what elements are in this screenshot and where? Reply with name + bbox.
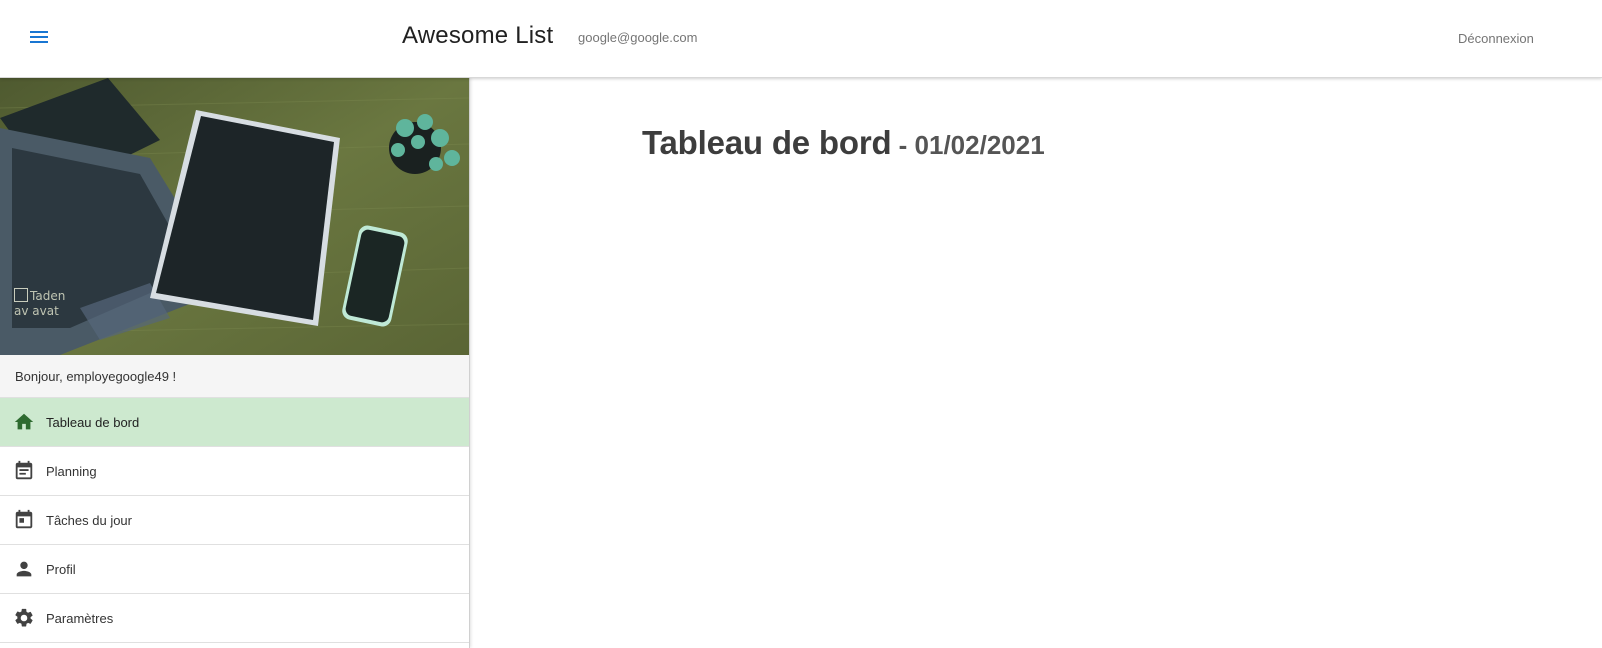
page-title-text: Tableau de bord: [642, 124, 892, 161]
event-day-icon: [0, 509, 46, 531]
page-date: 01/02/2021: [914, 130, 1045, 160]
greeting: Bonjour, employegoogle49 !: [0, 355, 469, 398]
sidebar-header-image: Taden av avat: [0, 78, 469, 355]
sidebar: Taden av avat Bonjour, employegoogle49 !…: [0, 78, 470, 648]
sidebar-item-label: Planning: [46, 463, 97, 479]
sidebar-item-profile[interactable]: Profil: [0, 545, 469, 594]
sidebar-item-dashboard[interactable]: Tableau de bord: [0, 398, 469, 447]
sidebar-item-label: Tâches du jour: [46, 512, 132, 528]
app-title: Awesome List: [402, 22, 554, 49]
sidebar-item-label: Paramètres: [46, 610, 114, 626]
user-email: google@google.com: [578, 30, 698, 45]
home-icon: [0, 411, 46, 433]
menu-icon[interactable]: [24, 22, 54, 52]
avatar: Taden av avat: [14, 288, 66, 340]
logout-button[interactable]: Déconnexion: [1448, 22, 1544, 54]
settings-icon: [0, 607, 46, 629]
sidebar-item-planning[interactable]: Planning: [0, 447, 469, 496]
main-content: Tableau de bord - 01/02/2021: [470, 78, 1602, 648]
person-icon: [0, 558, 46, 580]
top-app-bar: Awesome List google@google.com Déconnexi…: [0, 0, 1602, 78]
sidebar-item-label: Profil: [46, 561, 76, 577]
sidebar-item-daily-tasks[interactable]: Tâches du jour: [0, 496, 469, 545]
sidebar-item-label: Tableau de bord: [46, 414, 140, 430]
sidebar-item-settings[interactable]: Paramètres: [0, 594, 469, 643]
page-title: Tableau de bord - 01/02/2021: [642, 124, 1045, 162]
event-note-icon: [0, 460, 46, 482]
date-separator: -: [891, 130, 915, 160]
